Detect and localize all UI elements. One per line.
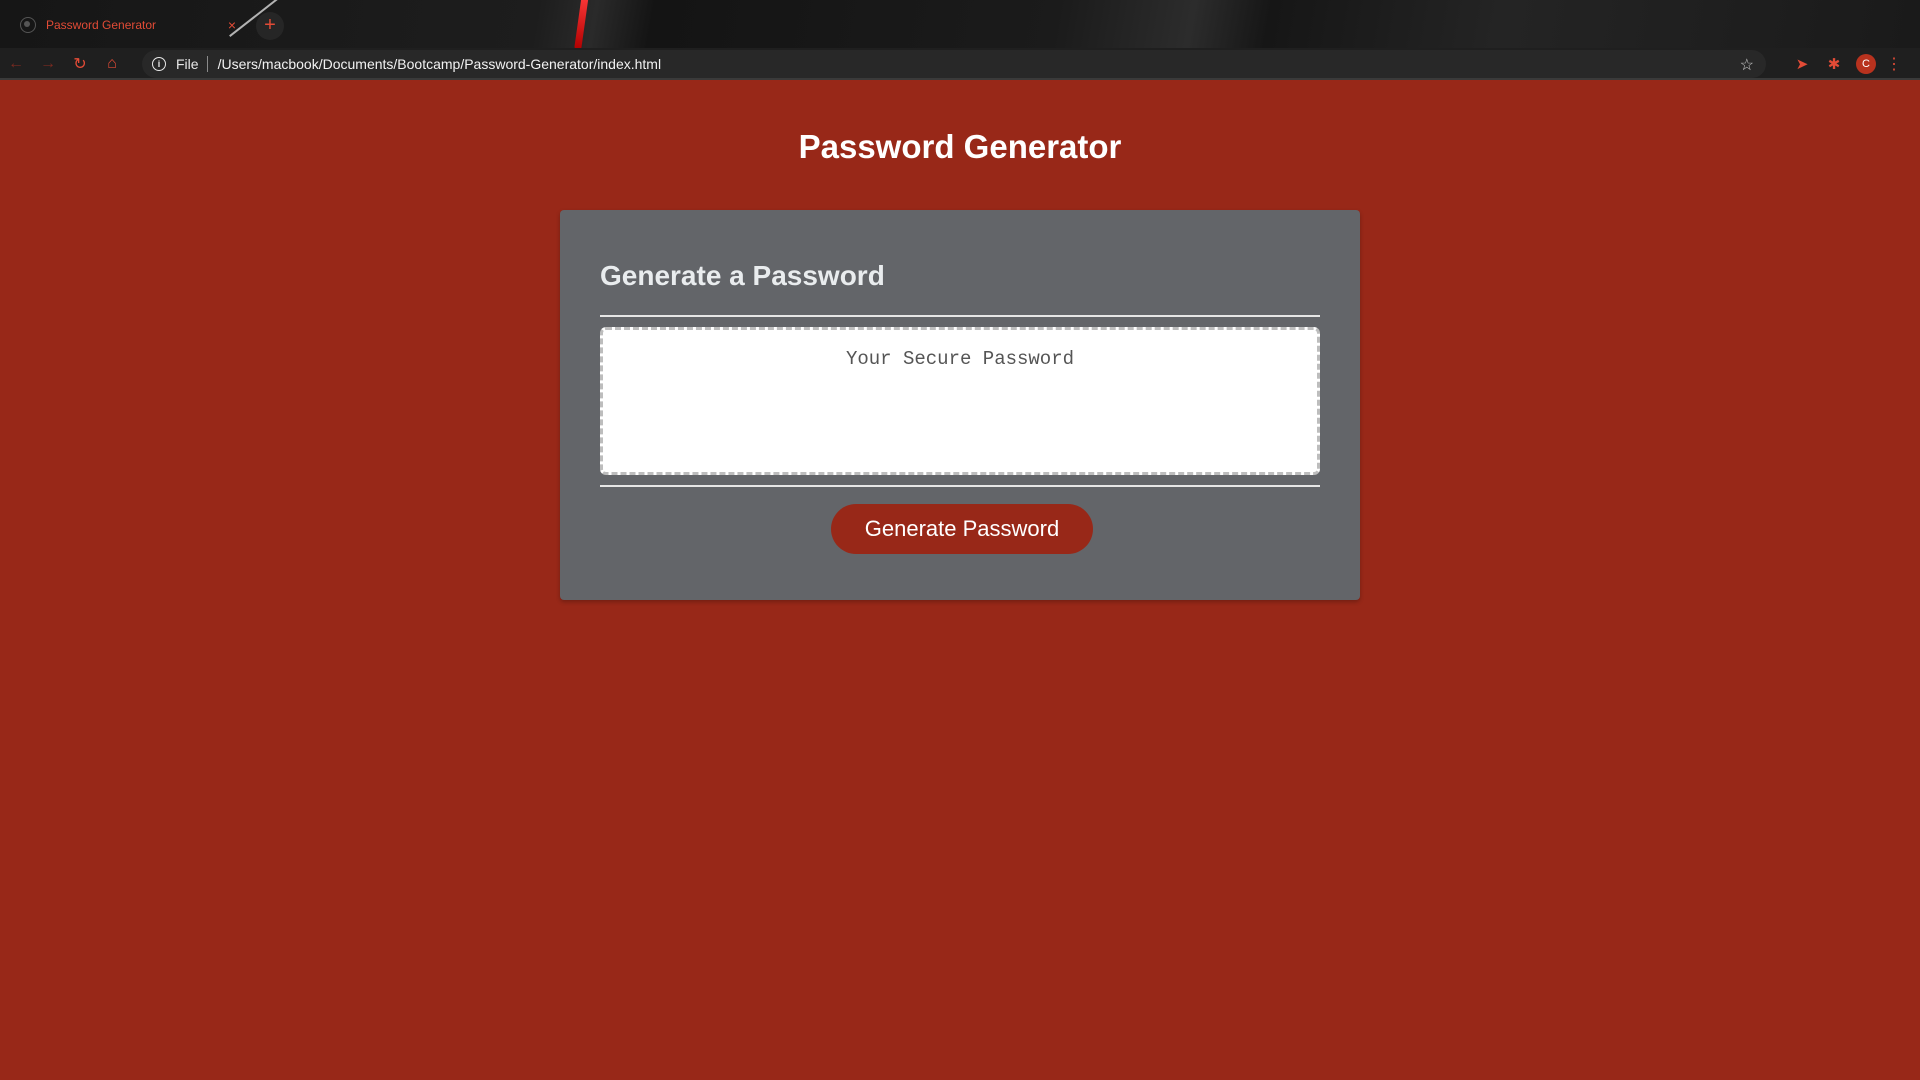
- address-separator: [206, 56, 208, 72]
- extensions-area: ➤ ✱ C ⋮: [1786, 48, 1904, 80]
- globe-icon: [20, 17, 36, 33]
- toolbar-divider: [0, 78, 1920, 80]
- password-output[interactable]: [600, 327, 1320, 475]
- profile-avatar[interactable]: C: [1856, 54, 1876, 74]
- puzzle-piece-icon[interactable]: ✱: [1818, 55, 1850, 73]
- back-arrow-icon[interactable]: ←: [0, 55, 32, 73]
- page-title: Password Generator: [798, 128, 1122, 165]
- browser-tab[interactable]: Password Generator ×: [8, 8, 248, 42]
- address-scheme: File: [176, 56, 199, 72]
- extension-arrow-icon[interactable]: ➤: [1786, 55, 1818, 73]
- generate-password-button[interactable]: Generate Password: [831, 504, 1093, 554]
- forward-arrow-icon[interactable]: →: [32, 55, 64, 73]
- tab-title: Password Generator: [46, 18, 157, 32]
- card-header: Generate a Password: [600, 260, 885, 291]
- home-icon[interactable]: ⌂: [96, 55, 128, 73]
- kebab-menu-icon[interactable]: ⋮: [1884, 54, 1904, 74]
- theme-decoration-accent: [574, 0, 589, 48]
- generator-card: Generate a Password Generate Password: [560, 210, 1360, 600]
- address-url[interactable]: /Users/macbook/Documents/Bootcamp/Passwo…: [218, 56, 662, 72]
- bookmark-star-icon[interactable]: ☆: [1740, 55, 1754, 75]
- reload-icon[interactable]: ↻: [64, 54, 96, 74]
- new-tab-button[interactable]: +: [256, 12, 284, 40]
- info-icon[interactable]: i: [152, 57, 166, 71]
- footer-divider: [600, 485, 1320, 487]
- tab-strip: Password Generator × +: [0, 0, 1920, 48]
- close-tab-icon[interactable]: ×: [228, 17, 236, 33]
- address-bar[interactable]: i File /Users/macbook/Documents/Bootcamp…: [142, 50, 1766, 78]
- header-divider: [600, 315, 1320, 317]
